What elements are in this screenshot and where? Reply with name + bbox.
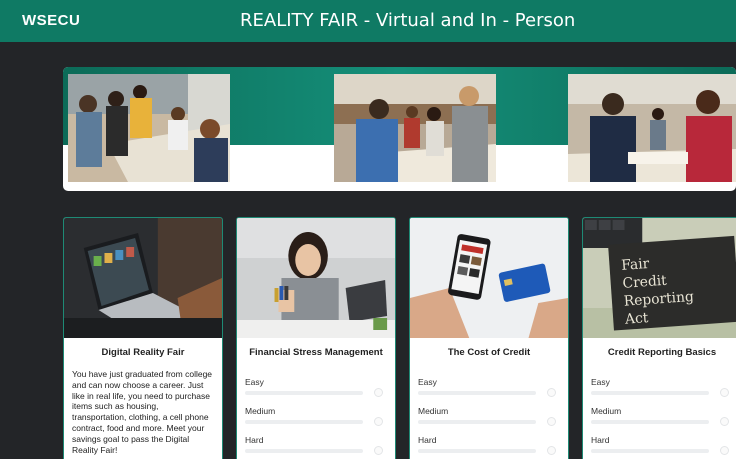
level-label: Medium (591, 406, 622, 416)
level-label: Hard (245, 435, 264, 445)
page-title: REALITY FAIR - Virtual and In - Person (240, 10, 576, 31)
level-easy[interactable]: Easy (583, 372, 736, 401)
svg-text:Credit: Credit (622, 273, 668, 292)
level-medium[interactable]: Medium (410, 401, 568, 430)
card-title: The Cost of Credit (447, 347, 531, 358)
svg-text:Act: Act (624, 310, 650, 328)
level-medium[interactable]: Medium (583, 401, 736, 430)
progress-bar (591, 420, 709, 424)
fair-credit-reporting-act-image: Fair Credit Reporting Act (583, 218, 736, 338)
status-circle-icon (374, 417, 383, 426)
top-bar: WSECU REALITY FAIR - Virtual and In - Pe… (0, 0, 736, 42)
level-easy[interactable]: Easy (237, 372, 395, 401)
level-hard[interactable]: Hard (583, 430, 736, 459)
level-hard[interactable]: Hard (410, 430, 568, 459)
status-circle-icon (720, 446, 729, 455)
status-circle-icon (720, 388, 729, 397)
stressed-woman-image (237, 218, 395, 338)
status-circle-icon (720, 417, 729, 426)
level-label: Easy (418, 377, 437, 387)
progress-bar (245, 420, 363, 424)
card-description: You have just graduated from college and… (72, 369, 213, 455)
progress-bar (418, 391, 536, 395)
level-easy[interactable]: Easy (410, 372, 568, 401)
phone-credit-card-image (410, 218, 568, 338)
card-title: Digital Reality Fair (101, 347, 185, 358)
event-photo-1 (68, 74, 230, 182)
card-cost-of-credit[interactable]: The Cost of Credit Easy Medium Hard (409, 217, 569, 459)
status-circle-icon (547, 417, 556, 426)
status-circle-icon (547, 446, 556, 455)
progress-bar (591, 391, 709, 395)
progress-bar (245, 391, 363, 395)
level-label: Easy (591, 377, 610, 387)
event-photo-2 (334, 74, 496, 182)
card-credit-reporting-basics[interactable]: Fair Credit Reporting Act Credit Reporti… (582, 217, 736, 459)
level-hard[interactable]: Hard (237, 430, 395, 459)
progress-bar (591, 449, 709, 453)
level-list: Easy Medium Hard (410, 372, 568, 459)
wsecu-logo[interactable]: WSECU (22, 12, 80, 29)
status-circle-icon (374, 446, 383, 455)
progress-bar (418, 420, 536, 424)
card-digital-reality-fair[interactable]: Digital Reality Fair You have just gradu… (63, 217, 223, 459)
level-label: Medium (245, 406, 276, 416)
card-financial-stress-management[interactable]: Financial Stress Management Easy Medium … (236, 217, 396, 459)
event-photo-3 (568, 74, 736, 182)
status-circle-icon (547, 388, 556, 397)
progress-bar (245, 449, 363, 453)
level-label: Hard (418, 435, 437, 445)
progress-bar (418, 449, 536, 453)
card-title: Credit Reporting Basics (607, 347, 717, 358)
status-circle-icon (374, 388, 383, 397)
laptop-image (64, 218, 222, 338)
hero-banner (63, 67, 736, 191)
level-list: Easy Medium Hard (583, 372, 736, 459)
level-list: Easy Medium Hard (237, 372, 395, 459)
level-label: Medium (418, 406, 449, 416)
svg-text:Fair: Fair (621, 256, 650, 274)
level-label: Hard (591, 435, 610, 445)
level-medium[interactable]: Medium (237, 401, 395, 430)
level-label: Easy (245, 377, 264, 387)
card-title: Financial Stress Management (249, 347, 383, 358)
